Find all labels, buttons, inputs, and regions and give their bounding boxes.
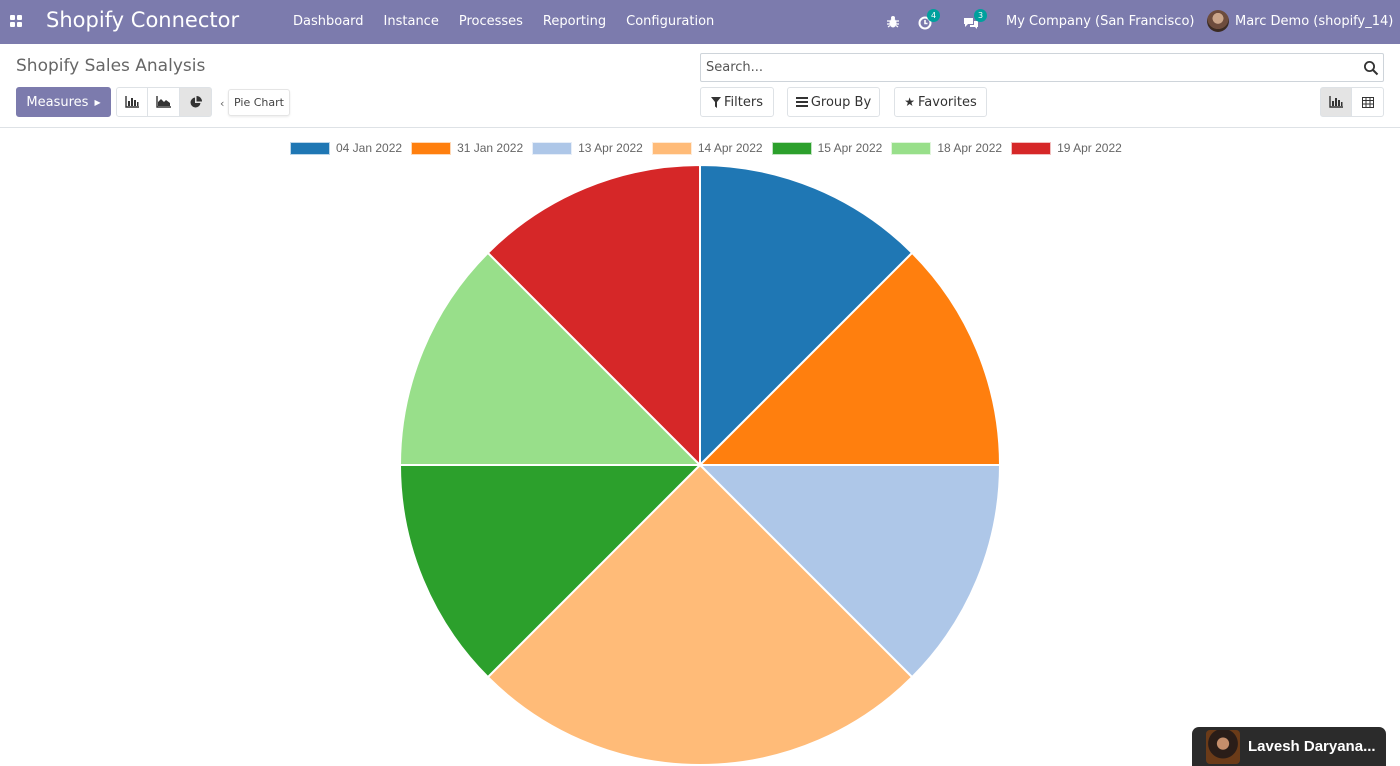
legend-label: 31 Jan 2022 bbox=[457, 141, 524, 155]
search-input[interactable] bbox=[701, 54, 1341, 81]
pie-chart-tooltip: Pie Chart bbox=[228, 89, 290, 116]
bar-chart-icon bbox=[1329, 96, 1343, 108]
legend-item[interactable]: 18 Apr 2022 bbox=[891, 141, 1002, 155]
table-grid-icon bbox=[1361, 96, 1374, 108]
page-title: Shopify Sales Analysis bbox=[16, 56, 206, 76]
legend-swatch bbox=[290, 141, 330, 155]
filters-button[interactable]: Filters bbox=[700, 87, 774, 117]
debug-bug-icon[interactable] bbox=[886, 0, 900, 44]
legend-item[interactable]: 14 Apr 2022 bbox=[651, 141, 763, 155]
filters-label: Filters bbox=[724, 94, 763, 110]
search-bar bbox=[700, 53, 1384, 82]
company-switcher[interactable]: My Company (San Francisco) bbox=[1006, 0, 1194, 44]
app-brand[interactable]: Shopify Connector bbox=[46, 8, 239, 32]
activity-clock-icon[interactable]: 4 bbox=[918, 0, 940, 44]
legend-label: 19 Apr 2022 bbox=[1057, 141, 1122, 155]
caret-right-icon: ▶ bbox=[94, 97, 101, 107]
measures-button[interactable]: Measures ▶ bbox=[16, 87, 111, 117]
pie-chart-icon bbox=[190, 95, 202, 107]
bar-chart-icon bbox=[125, 96, 139, 108]
chat-contact-name: Lavesh Daryana... bbox=[1248, 738, 1376, 755]
legend-label: 04 Jan 2022 bbox=[336, 141, 403, 155]
legend-swatch bbox=[651, 141, 692, 155]
legend-swatch bbox=[532, 141, 573, 155]
chart-mode-switcher bbox=[116, 87, 212, 117]
legend-label: 14 Apr 2022 bbox=[697, 141, 763, 155]
legend-swatch bbox=[411, 141, 452, 155]
chat-contact-avatar bbox=[1206, 729, 1240, 764]
legend-label: 15 Apr 2022 bbox=[817, 141, 883, 155]
control-panel-divider bbox=[0, 127, 1400, 128]
measures-label: Measures bbox=[26, 94, 89, 110]
group-by-label: Group By bbox=[810, 94, 872, 110]
favorites-button[interactable]: ★ Favorites bbox=[894, 87, 987, 117]
line-chart-mode-button[interactable] bbox=[148, 87, 180, 117]
chat-window-header[interactable]: Lavesh Daryana... bbox=[1192, 727, 1386, 766]
pivot-view-button[interactable] bbox=[1352, 87, 1384, 117]
bar-chart-mode-button[interactable] bbox=[116, 87, 148, 117]
star-icon: ★ bbox=[904, 95, 916, 109]
group-by-button[interactable]: Group By bbox=[787, 87, 880, 117]
chart-legend: 04 Jan 2022 31 Jan 2022 13 Apr 2022 14 Apr … bbox=[290, 140, 1131, 156]
pie-chart-mode-button[interactable] bbox=[180, 87, 212, 117]
top-navbar: Shopify Connector Dashboard Instance Pro… bbox=[0, 0, 1400, 44]
menu-item-instance[interactable]: Instance bbox=[374, 0, 449, 44]
graph-view-button[interactable] bbox=[1320, 87, 1352, 117]
legend-item[interactable]: 19 Apr 2022 bbox=[1011, 141, 1122, 155]
user-avatar[interactable] bbox=[1207, 10, 1229, 32]
legend-item[interactable]: 04 Jan 2022 bbox=[290, 141, 402, 155]
legend-swatch bbox=[891, 141, 932, 155]
menu-item-configuration[interactable]: Configuration bbox=[616, 0, 724, 44]
menu-item-dashboard[interactable]: Dashboard bbox=[283, 0, 374, 44]
tooltip-arrow-icon: ‹ bbox=[220, 97, 225, 110]
search-icon[interactable] bbox=[1363, 60, 1379, 76]
legend-label: 13 Apr 2022 bbox=[578, 141, 643, 155]
menu-item-reporting[interactable]: Reporting bbox=[533, 0, 616, 44]
legend-swatch bbox=[771, 141, 812, 155]
legend-item[interactable]: 13 Apr 2022 bbox=[532, 141, 643, 155]
filter-funnel-icon bbox=[711, 96, 722, 108]
area-chart-icon bbox=[156, 96, 171, 108]
view-switcher bbox=[1320, 87, 1384, 117]
main-menu: Dashboard Instance Processes Reporting C… bbox=[283, 0, 724, 44]
favorites-label: Favorites bbox=[918, 94, 977, 110]
menu-item-processes[interactable]: Processes bbox=[449, 0, 533, 44]
user-menu[interactable]: Marc Demo (shopify_14) bbox=[1235, 0, 1393, 44]
legend-label: 18 Apr 2022 bbox=[937, 141, 1003, 155]
legend-item[interactable]: 31 Jan 2022 bbox=[411, 141, 523, 155]
apps-menu-icon[interactable] bbox=[10, 15, 22, 27]
activity-count-badge: 4 bbox=[927, 9, 940, 22]
legend-item[interactable]: 15 Apr 2022 bbox=[771, 141, 883, 155]
legend-swatch bbox=[1011, 141, 1052, 155]
messages-count-badge: 3 bbox=[974, 9, 987, 22]
group-by-bars-icon bbox=[795, 97, 808, 107]
messages-chat-icon[interactable]: 3 bbox=[963, 0, 987, 44]
